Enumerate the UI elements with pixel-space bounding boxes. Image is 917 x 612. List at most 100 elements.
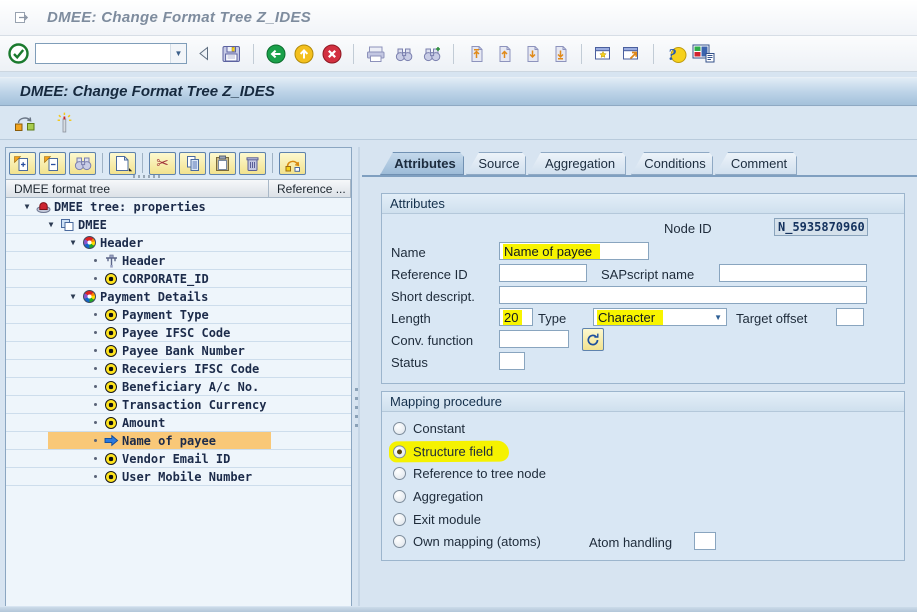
- tree-node-header[interactable]: ▼Header: [6, 234, 351, 252]
- element-node-icon: [102, 399, 120, 411]
- tree-node-user-mobile-number[interactable]: User Mobile Number: [6, 468, 351, 486]
- conv-function-loop-button[interactable]: [582, 328, 604, 351]
- tree-node-dmee[interactable]: ▼DMEE: [6, 216, 351, 234]
- tree-node-dmee-tree-properties[interactable]: ▼DMEE tree: properties: [6, 198, 351, 216]
- delete-icon[interactable]: [239, 152, 266, 175]
- activate-icon[interactable]: [53, 111, 76, 135]
- create-node-icon[interactable]: [109, 152, 136, 175]
- radio-option-aggregation[interactable]: Aggregation: [393, 489, 483, 504]
- splitter-handle[interactable]: [355, 388, 358, 430]
- reference-id-input[interactable]: [499, 264, 587, 282]
- radio-option-constant[interactable]: Constant: [393, 421, 465, 436]
- collapse-all-icon[interactable]: [39, 152, 66, 175]
- expander-icon[interactable]: ▼: [44, 220, 58, 229]
- print-icon[interactable]: [364, 42, 387, 66]
- tree-node-receviers-ifsc-code[interactable]: Receviers IFSC Code: [6, 360, 351, 378]
- radio-button-icon[interactable]: [393, 535, 406, 548]
- tree-node-beneficiary-a-c-no[interactable]: Beneficiary A/c No.: [6, 378, 351, 396]
- copy-icon[interactable]: [179, 152, 206, 175]
- element-node-icon: [102, 363, 120, 375]
- tab-attributes[interactable]: Attributes: [380, 152, 464, 175]
- type-dropdown[interactable]: Character ▼: [593, 308, 727, 326]
- name-input[interactable]: Name of payee: [499, 242, 649, 260]
- tree-node-label: User Mobile Number: [122, 470, 252, 484]
- resequence-icon[interactable]: [279, 152, 306, 175]
- leaf-bullet: [88, 421, 102, 424]
- expander-icon[interactable]: ▼: [20, 202, 34, 211]
- customize-icon[interactable]: [692, 42, 715, 66]
- tree-header-format-tree[interactable]: DMEE format tree: [6, 179, 269, 198]
- sapscript-name-input[interactable]: [719, 264, 867, 282]
- tree-node-payee-bank-number[interactable]: Payee Bank Number: [6, 342, 351, 360]
- shortcut-icon[interactable]: [620, 42, 643, 66]
- toolbar-separator: [272, 153, 273, 173]
- paste-icon[interactable]: [209, 152, 236, 175]
- tree-node-payee-ifsc-code[interactable]: Payee IFSC Code: [6, 324, 351, 342]
- tab-label: Source: [478, 156, 519, 171]
- expand-all-icon[interactable]: [9, 152, 36, 175]
- page-prev-icon[interactable]: [492, 42, 515, 66]
- tabstrip-line: [362, 175, 917, 177]
- target-offset-input[interactable]: [836, 308, 864, 326]
- tree-find-icon[interactable]: [69, 152, 96, 175]
- tree-node-vendor-email-id[interactable]: Vendor Email ID: [6, 450, 351, 468]
- new-session-icon[interactable]: [592, 42, 615, 66]
- cancel-icon[interactable]: [320, 42, 343, 66]
- atom-handling-input[interactable]: [694, 532, 716, 550]
- tab-comment[interactable]: Comment: [715, 152, 797, 175]
- radio-option-structure-field[interactable]: Structure field: [393, 444, 509, 462]
- enter-key-icon[interactable]: [192, 42, 215, 66]
- page-last-icon[interactable]: [548, 42, 571, 66]
- tree-node-name-of-payee[interactable]: Name of payee: [6, 432, 351, 450]
- radio-option-own-mapping-atoms[interactable]: Own mapping (atoms): [393, 534, 541, 549]
- save-icon[interactable]: [220, 42, 243, 66]
- tree-rows: ▼DMEE tree: properties▼DMEE▼HeaderHeader…: [6, 198, 351, 606]
- tab-aggregation[interactable]: Aggregation: [528, 152, 626, 175]
- tree-node-label: Vendor Email ID: [122, 452, 230, 466]
- back-icon[interactable]: [264, 42, 287, 66]
- window-title: DMEE: Change Format Tree Z_IDES: [47, 9, 311, 26]
- enter-check-icon[interactable]: [7, 42, 30, 66]
- radio-option-reference-to-tree-node[interactable]: Reference to tree node: [393, 466, 546, 481]
- radio-button-icon[interactable]: [393, 513, 406, 526]
- tree-node-payment-type[interactable]: Payment Type: [6, 306, 351, 324]
- radio-button-icon[interactable]: [393, 445, 406, 458]
- tree-node-amount[interactable]: Amount: [6, 414, 351, 432]
- command-input[interactable]: [36, 45, 170, 62]
- radio-option-exit-module[interactable]: Exit module: [393, 512, 481, 527]
- tab-source[interactable]: Source: [466, 152, 526, 175]
- type-dropdown-arrow-icon[interactable]: ▼: [710, 313, 726, 322]
- radio-button-icon[interactable]: [393, 422, 406, 435]
- page-next-icon[interactable]: [520, 42, 543, 66]
- conv-function-input[interactable]: [499, 330, 569, 348]
- help-icon[interactable]: ?: [664, 42, 687, 66]
- tab-conditions[interactable]: Conditions: [631, 152, 713, 175]
- length-input[interactable]: 20: [499, 308, 533, 326]
- cut-icon[interactable]: ✂: [149, 152, 176, 175]
- radio-button-icon[interactable]: [393, 467, 406, 480]
- status-input[interactable]: [499, 352, 525, 370]
- page-first-icon[interactable]: [464, 42, 487, 66]
- up-icon[interactable]: [292, 42, 315, 66]
- expander-icon[interactable]: ▼: [66, 238, 80, 247]
- element-node-icon: [102, 471, 120, 483]
- command-field[interactable]: ▼: [35, 43, 187, 64]
- find-next-icon[interactable]: [420, 42, 443, 66]
- tree-node-transaction-currency[interactable]: Transaction Currency: [6, 396, 351, 414]
- tree-header-reference[interactable]: Reference ...: [269, 179, 351, 198]
- type-label: Type: [538, 311, 566, 326]
- drag-handle[interactable]: [133, 175, 161, 178]
- length-label: Length: [391, 311, 431, 326]
- panel-splitter[interactable]: [358, 147, 360, 606]
- tree-node-payment-details[interactable]: ▼Payment Details: [6, 288, 351, 306]
- expander-icon[interactable]: ▼: [66, 292, 80, 301]
- window-menu-icon[interactable]: [10, 6, 33, 30]
- toggle-change-icon[interactable]: [13, 111, 37, 135]
- short-description-input[interactable]: [499, 286, 867, 304]
- radio-button-icon[interactable]: [393, 490, 406, 503]
- command-dropdown-icon[interactable]: ▼: [170, 44, 186, 63]
- find-icon[interactable]: [392, 42, 415, 66]
- element-node-icon: [102, 381, 120, 393]
- tree-node-header[interactable]: Header: [6, 252, 351, 270]
- tree-node-corporate-id[interactable]: CORPORATE_ID: [6, 270, 351, 288]
